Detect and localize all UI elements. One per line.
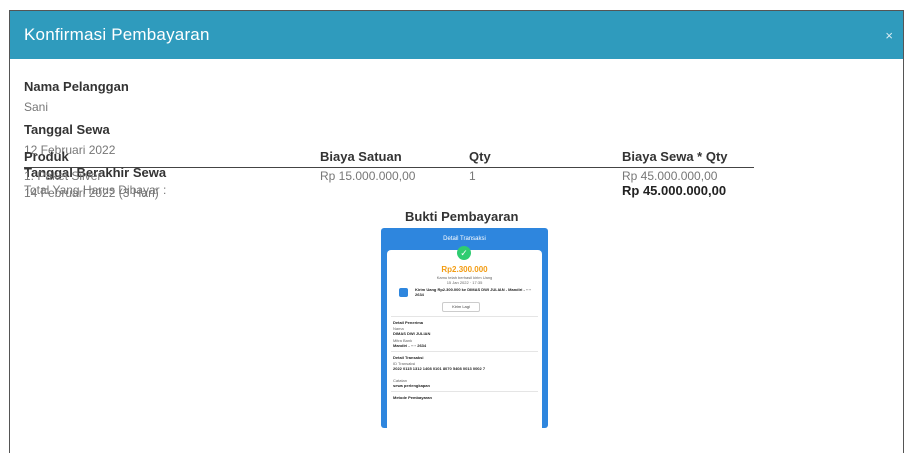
column-header-qty: Qty xyxy=(469,149,491,164)
column-header-total-cost: Biaya Sewa * Qty xyxy=(622,149,728,164)
divider xyxy=(391,351,538,352)
table-header: Produk Biaya Satuan Qty Biaya Sewa * Qty xyxy=(24,149,754,168)
modal-header: Konfirmasi Pembayaran × xyxy=(10,11,903,59)
recipient-name-value: DIMAS DWI JULIAN xyxy=(393,331,431,336)
rent-date-label: Tanggal Sewa xyxy=(24,122,110,137)
unit-cost-cell: Rp 15.000.000,00 xyxy=(320,169,416,183)
total-label: Total Yang Harus Dibayar : xyxy=(24,183,167,197)
customer-name-label: Nama Pelanggan xyxy=(24,79,129,94)
payment-proof-image[interactable]: Detail Transaksi ✓ Rp2.300.000 Kamu tela… xyxy=(381,228,548,428)
receipt-amount: Rp2.300.000 xyxy=(441,265,488,274)
divider xyxy=(391,391,538,392)
divider xyxy=(391,316,538,317)
total-cost-cell: Rp 45.000.000,00 xyxy=(622,169,718,183)
receipt-card: ✓ Rp2.300.000 Kamu telah berhasil kirim … xyxy=(387,246,542,428)
product-cell: 1. Paket Silver xyxy=(24,169,102,183)
modal-title: Konfirmasi Pembayaran xyxy=(24,25,210,44)
close-icon[interactable]: × xyxy=(885,28,893,43)
payment-method-title: Metode Pembayaran xyxy=(393,395,432,400)
recipient-bank-value: Mandiri - ···· 2634 xyxy=(393,343,427,348)
transaction-id-value: 2022 0115 1312 1408 0101 8070 5408 0013 … xyxy=(393,366,486,371)
check-icon: ✓ xyxy=(457,246,471,260)
recipient-section-title: Detail Penerima xyxy=(393,320,424,325)
payment-proof-title: Bukti Pembayaran xyxy=(405,209,519,224)
transaction-section-title: Detail Transaksi xyxy=(393,355,424,360)
send-again-button: Kirim Lagi xyxy=(442,302,480,312)
bank-icon xyxy=(399,288,408,297)
column-header-unit-cost: Biaya Satuan xyxy=(320,149,402,164)
total-value: Rp 45.000.000,00 xyxy=(622,183,727,198)
column-header-product: Produk xyxy=(24,149,69,164)
payment-confirmation-modal: Konfirmasi Pembayaran × Nama Pelanggan S… xyxy=(9,10,904,453)
receipt-datetime: 15 Jan 2022 · 17:35 xyxy=(446,280,483,285)
qty-cell: 1 xyxy=(469,169,476,183)
note-value: sewa perlengkapan xyxy=(393,383,430,388)
receipt-transfer-info: Kirim Uang Rp2.300.000 ke DIMAS DWI JULI… xyxy=(415,287,532,297)
customer-name-value: Sani xyxy=(24,100,49,114)
